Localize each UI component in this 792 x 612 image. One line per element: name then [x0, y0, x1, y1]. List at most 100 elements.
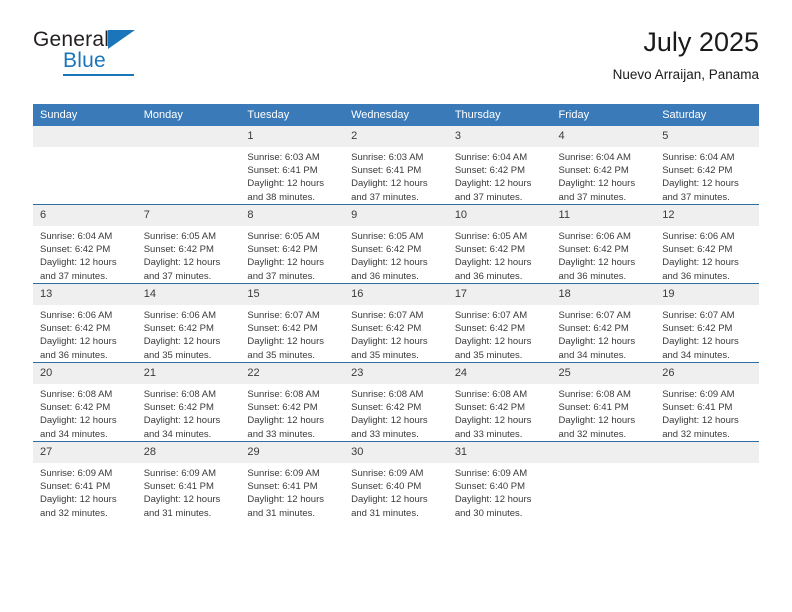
day-number: 11	[551, 205, 656, 226]
page-header: General Blue July 2025 Nuevo Arraijan, P…	[33, 26, 759, 96]
day-number: 18	[551, 284, 656, 305]
day-number: 19	[655, 284, 759, 305]
day-number: 23	[344, 363, 448, 384]
day-details: Sunrise: 6:08 AM Sunset: 6:42 PM Dayligh…	[448, 384, 552, 441]
sunrise-text: Sunrise: 6:07 AM	[662, 310, 735, 321]
daylight-text-line1: Daylight: 12 hours	[40, 257, 117, 269]
day-number: 4	[551, 126, 656, 147]
day-cell[interactable]	[551, 441, 656, 520]
day-details: Sunrise: 6:07 AM Sunset: 6:42 PM Dayligh…	[240, 305, 344, 362]
day-cell[interactable]: 29 Sunrise: 6:09 AM Sunset: 6:41 PM Dayl…	[240, 441, 345, 520]
daylight-text-line1: Daylight: 12 hours	[247, 494, 324, 506]
calendar-week-row: 6 Sunrise: 6:04 AM Sunset: 6:42 PM Dayli…	[33, 204, 759, 284]
day-cell[interactable]: 13 Sunrise: 6:06 AM Sunset: 6:42 PM Dayl…	[33, 283, 137, 363]
sunrise-text: Sunrise: 6:04 AM	[454, 152, 528, 163]
sunset-text: Sunset: 6:40 PM	[351, 481, 422, 493]
daylight-text-line2: and 32 minutes.	[662, 428, 730, 440]
day-cell[interactable]: 10 Sunrise: 6:05 AM Sunset: 6:42 PM Dayl…	[447, 204, 552, 284]
daylight-text-line1: Daylight: 12 hours	[247, 257, 324, 269]
day-cell[interactable]: 24 Sunrise: 6:08 AM Sunset: 6:42 PM Dayl…	[447, 362, 552, 442]
day-cell[interactable]: 1 Sunrise: 6:03 AM Sunset: 6:41 PM Dayli…	[240, 126, 345, 205]
daylight-text-line2: and 37 minutes.	[351, 191, 419, 203]
day-cell[interactable]: 18 Sunrise: 6:07 AM Sunset: 6:42 PM Dayl…	[551, 283, 656, 363]
sunrise-text: Sunrise: 6:08 AM	[351, 389, 424, 400]
day-cell[interactable]: 6 Sunrise: 6:04 AM Sunset: 6:42 PM Dayli…	[33, 204, 137, 284]
generalblue-logo[interactable]: General Blue	[33, 26, 233, 86]
day-cell[interactable]: 20 Sunrise: 6:08 AM Sunset: 6:42 PM Dayl…	[33, 362, 137, 442]
daylight-text-line2: and 35 minutes.	[247, 349, 316, 361]
sunset-text: Sunset: 6:42 PM	[247, 402, 318, 414]
day-number: 7	[136, 205, 241, 226]
sunset-text: Sunset: 6:42 PM	[40, 323, 111, 335]
daylight-text-line2: and 37 minutes.	[143, 270, 212, 282]
sunrise-text: Sunrise: 6:08 AM	[40, 389, 113, 400]
day-number: 13	[33, 284, 137, 305]
day-cell[interactable]: 11 Sunrise: 6:06 AM Sunset: 6:42 PM Dayl…	[551, 204, 656, 284]
daylight-text-line2: and 35 minutes.	[143, 349, 212, 361]
day-cell[interactable]: 7 Sunrise: 6:05 AM Sunset: 6:42 PM Dayli…	[136, 204, 241, 284]
day-number: 22	[240, 363, 345, 384]
day-cell[interactable]: 22 Sunrise: 6:08 AM Sunset: 6:42 PM Dayl…	[240, 362, 345, 442]
daylight-text-line1: Daylight: 12 hours	[662, 415, 739, 427]
daylight-text-line1: Daylight: 12 hours	[558, 336, 636, 348]
day-number: 30	[344, 442, 448, 463]
sunset-text: Sunset: 6:41 PM	[558, 402, 629, 414]
weekday-header-thursday: Thursday	[447, 104, 552, 126]
day-cell[interactable]: 14 Sunrise: 6:06 AM Sunset: 6:42 PM Dayl…	[136, 283, 241, 363]
day-cell[interactable]: 12 Sunrise: 6:06 AM Sunset: 6:42 PM Dayl…	[655, 204, 759, 284]
day-cell[interactable]: 21 Sunrise: 6:08 AM Sunset: 6:42 PM Dayl…	[136, 362, 241, 442]
sunset-text: Sunset: 6:42 PM	[662, 165, 733, 177]
day-number: 21	[136, 363, 241, 384]
daylight-text-line1: Daylight: 12 hours	[454, 257, 532, 269]
daylight-text-line2: and 37 minutes.	[40, 270, 108, 282]
day-cell[interactable]: 4 Sunrise: 6:04 AM Sunset: 6:42 PM Dayli…	[551, 126, 656, 205]
sunset-text: Sunset: 6:42 PM	[454, 165, 526, 177]
day-cell[interactable]: 25 Sunrise: 6:08 AM Sunset: 6:41 PM Dayl…	[551, 362, 656, 442]
day-cell[interactable]: 19 Sunrise: 6:07 AM Sunset: 6:42 PM Dayl…	[655, 283, 759, 363]
daylight-text-line1: Daylight: 12 hours	[247, 178, 324, 190]
day-cell[interactable]: 3 Sunrise: 6:04 AM Sunset: 6:42 PM Dayli…	[447, 126, 552, 205]
daylight-text-line1: Daylight: 12 hours	[247, 415, 324, 427]
day-cell[interactable]: 28 Sunrise: 6:09 AM Sunset: 6:41 PM Dayl…	[136, 441, 241, 520]
calendar-week-row: 27 Sunrise: 6:09 AM Sunset: 6:41 PM Dayl…	[33, 441, 759, 520]
day-cell[interactable]: 5 Sunrise: 6:04 AM Sunset: 6:42 PM Dayli…	[655, 126, 759, 205]
day-details: Sunrise: 6:09 AM Sunset: 6:41 PM Dayligh…	[33, 463, 137, 520]
sunrise-text: Sunrise: 6:09 AM	[662, 389, 735, 400]
sunrise-text: Sunrise: 6:03 AM	[351, 152, 424, 163]
daylight-text-line2: and 31 minutes.	[351, 507, 419, 519]
sunrise-text: Sunrise: 6:07 AM	[351, 310, 424, 321]
sunset-text: Sunset: 6:42 PM	[40, 402, 111, 414]
day-details: Sunrise: 6:08 AM Sunset: 6:42 PM Dayligh…	[137, 384, 241, 441]
daylight-text-line1: Daylight: 12 hours	[351, 178, 428, 190]
daylight-text-line2: and 36 minutes.	[40, 349, 108, 361]
sunset-text: Sunset: 6:41 PM	[143, 481, 214, 493]
day-cell[interactable]: 17 Sunrise: 6:07 AM Sunset: 6:42 PM Dayl…	[447, 283, 552, 363]
daylight-text-line1: Daylight: 12 hours	[143, 336, 221, 348]
title-block: July 2025 Nuevo Arraijan, Panama	[613, 26, 759, 85]
day-cell[interactable]: 8 Sunrise: 6:05 AM Sunset: 6:42 PM Dayli…	[240, 204, 345, 284]
logo-underline	[63, 74, 134, 76]
daylight-text-line2: and 35 minutes.	[454, 349, 523, 361]
day-cell[interactable]: 9 Sunrise: 6:05 AM Sunset: 6:42 PM Dayli…	[344, 204, 448, 284]
day-cell[interactable]	[136, 126, 241, 205]
daylight-text-line2: and 34 minutes.	[40, 428, 108, 440]
day-details: Sunrise: 6:06 AM Sunset: 6:42 PM Dayligh…	[33, 305, 137, 362]
sunrise-text: Sunrise: 6:04 AM	[40, 231, 113, 242]
day-cell[interactable]: 26 Sunrise: 6:09 AM Sunset: 6:41 PM Dayl…	[655, 362, 759, 442]
day-details: Sunrise: 6:07 AM Sunset: 6:42 PM Dayligh…	[344, 305, 448, 362]
day-cell[interactable]: 2 Sunrise: 6:03 AM Sunset: 6:41 PM Dayli…	[344, 126, 448, 205]
daylight-text-line1: Daylight: 12 hours	[351, 257, 428, 269]
day-cell[interactable]	[33, 126, 137, 205]
day-cell[interactable]: 23 Sunrise: 6:08 AM Sunset: 6:42 PM Dayl…	[344, 362, 448, 442]
daylight-text-line1: Daylight: 12 hours	[351, 415, 428, 427]
day-cell[interactable]: 31 Sunrise: 6:09 AM Sunset: 6:40 PM Dayl…	[447, 441, 552, 520]
day-cell[interactable]: 15 Sunrise: 6:07 AM Sunset: 6:42 PM Dayl…	[240, 283, 345, 363]
day-cell[interactable]: 27 Sunrise: 6:09 AM Sunset: 6:41 PM Dayl…	[33, 441, 137, 520]
day-cell[interactable]: 30 Sunrise: 6:09 AM Sunset: 6:40 PM Dayl…	[344, 441, 448, 520]
daylight-text-line2: and 37 minutes.	[247, 270, 316, 282]
day-cell[interactable]	[655, 441, 759, 520]
day-cell[interactable]: 16 Sunrise: 6:07 AM Sunset: 6:42 PM Dayl…	[344, 283, 448, 363]
daylight-text-line1: Daylight: 12 hours	[351, 336, 428, 348]
day-details: Sunrise: 6:08 AM Sunset: 6:42 PM Dayligh…	[240, 384, 344, 441]
weekday-header-monday: Monday	[136, 104, 241, 126]
